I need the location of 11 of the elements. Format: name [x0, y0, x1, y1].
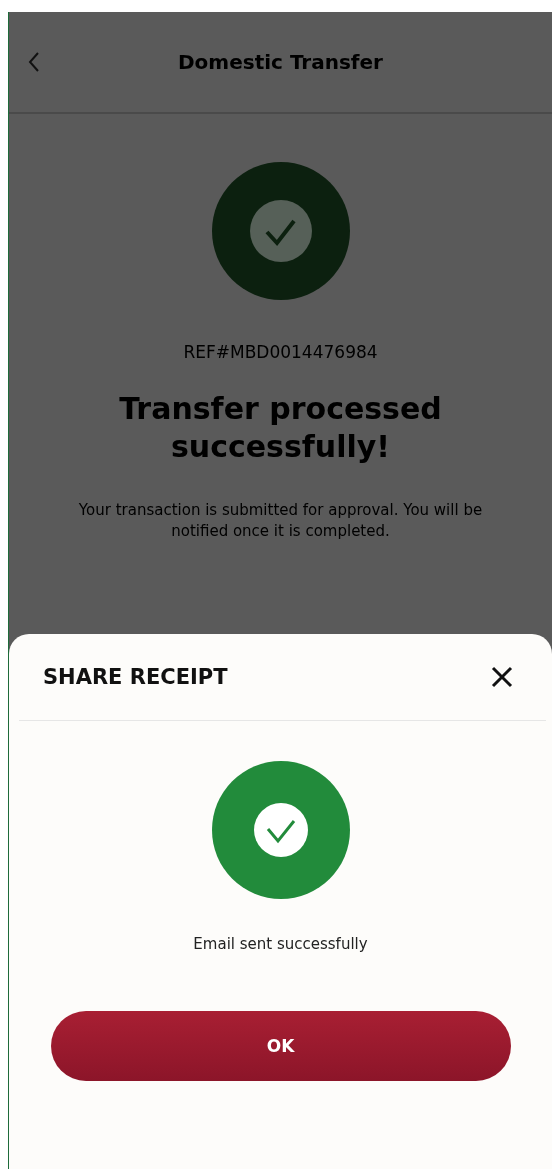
- back-icon[interactable]: [27, 51, 41, 73]
- ok-button[interactable]: OK: [50, 1011, 511, 1081]
- result-message: Your transaction is submitted for approval. You will be notified once it is completed.: [77, 500, 484, 542]
- close-icon[interactable]: [491, 666, 513, 688]
- check-circle-icon: [211, 761, 350, 899]
- check-circle-icon: [211, 162, 350, 300]
- sheet-title: SHARE RECEIPT: [43, 665, 228, 689]
- result-title: Transfer processed successfully!: [118, 390, 443, 466]
- status-message: Email sent successfully: [193, 935, 368, 953]
- reference-number: REF#MBD0014476984: [183, 342, 378, 362]
- screen-title: Domestic Transfer: [178, 50, 383, 74]
